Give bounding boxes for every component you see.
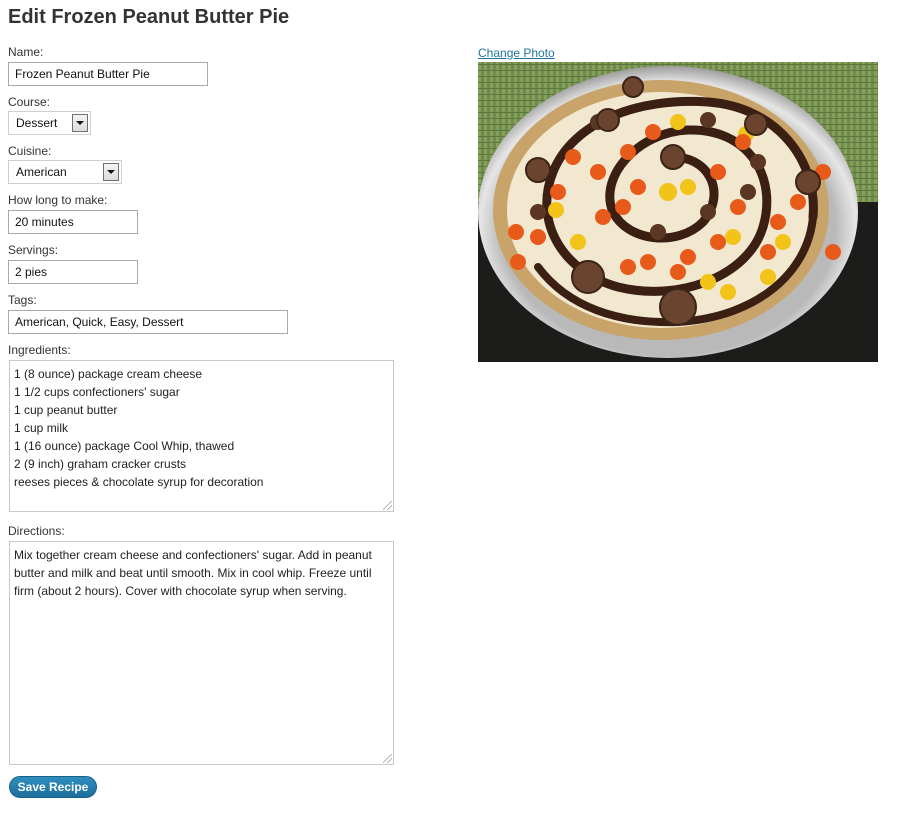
recipe-photo [478, 62, 878, 362]
ingredient-line: reeses pieces & chocolate syrup for deco… [14, 475, 264, 489]
ingredient-line: 1 (8 ounce) package cream cheese [14, 367, 203, 381]
ingredient-line: 2 (9 inch) graham cracker crusts [14, 457, 187, 471]
tags-input[interactable]: American, Quick, Easy, Dessert [8, 310, 288, 334]
chevron-down-icon [107, 170, 115, 174]
cuisine-selected-value: American [16, 165, 67, 179]
cuisine-dropdown-button[interactable] [103, 163, 119, 181]
cuisine-select[interactable]: American [8, 160, 122, 184]
ingredient-line: 1 1/2 cups confectioners' sugar [14, 385, 180, 399]
servings-input[interactable]: 2 pies [8, 260, 138, 284]
ingredients-label: Ingredients: [8, 343, 71, 357]
ingredient-line: 1 (16 ounce) package Cool Whip, thawed [14, 439, 235, 453]
cuisine-label: Cuisine: [8, 144, 52, 158]
resize-grip-icon[interactable] [383, 501, 392, 510]
name-label: Name: [8, 45, 44, 59]
resize-grip-icon[interactable] [383, 754, 392, 763]
course-label: Course: [8, 95, 51, 109]
tags-label: Tags: [8, 293, 37, 307]
chevron-down-icon [76, 121, 84, 125]
directions-text: Mix together cream cheese and confection… [14, 548, 372, 598]
name-input[interactable]: Frozen Peanut Butter Pie [8, 62, 208, 86]
ingredient-line: 1 cup milk [14, 421, 69, 435]
time-input[interactable]: 20 minutes [8, 210, 138, 234]
time-label: How long to make: [8, 193, 108, 207]
course-select[interactable]: Dessert [8, 111, 91, 135]
ingredient-line: 1 cup peanut butter [14, 403, 118, 417]
directions-textarea[interactable]: Mix together cream cheese and confection… [9, 541, 394, 765]
directions-label: Directions: [8, 524, 65, 538]
edit-recipe-page: Edit Frozen Peanut Butter Pie Name: Froz… [0, 0, 899, 835]
servings-label: Servings: [8, 243, 59, 257]
save-recipe-button[interactable]: Save Recipe [9, 776, 97, 798]
course-dropdown-button[interactable] [72, 114, 88, 132]
ingredients-textarea[interactable]: 1 (8 ounce) package cream cheese 1 1/2 c… [9, 360, 394, 512]
page-title: Edit Frozen Peanut Butter Pie [8, 6, 290, 28]
course-selected-value: Dessert [16, 116, 58, 130]
change-photo-link[interactable]: Change Photo [478, 46, 555, 60]
